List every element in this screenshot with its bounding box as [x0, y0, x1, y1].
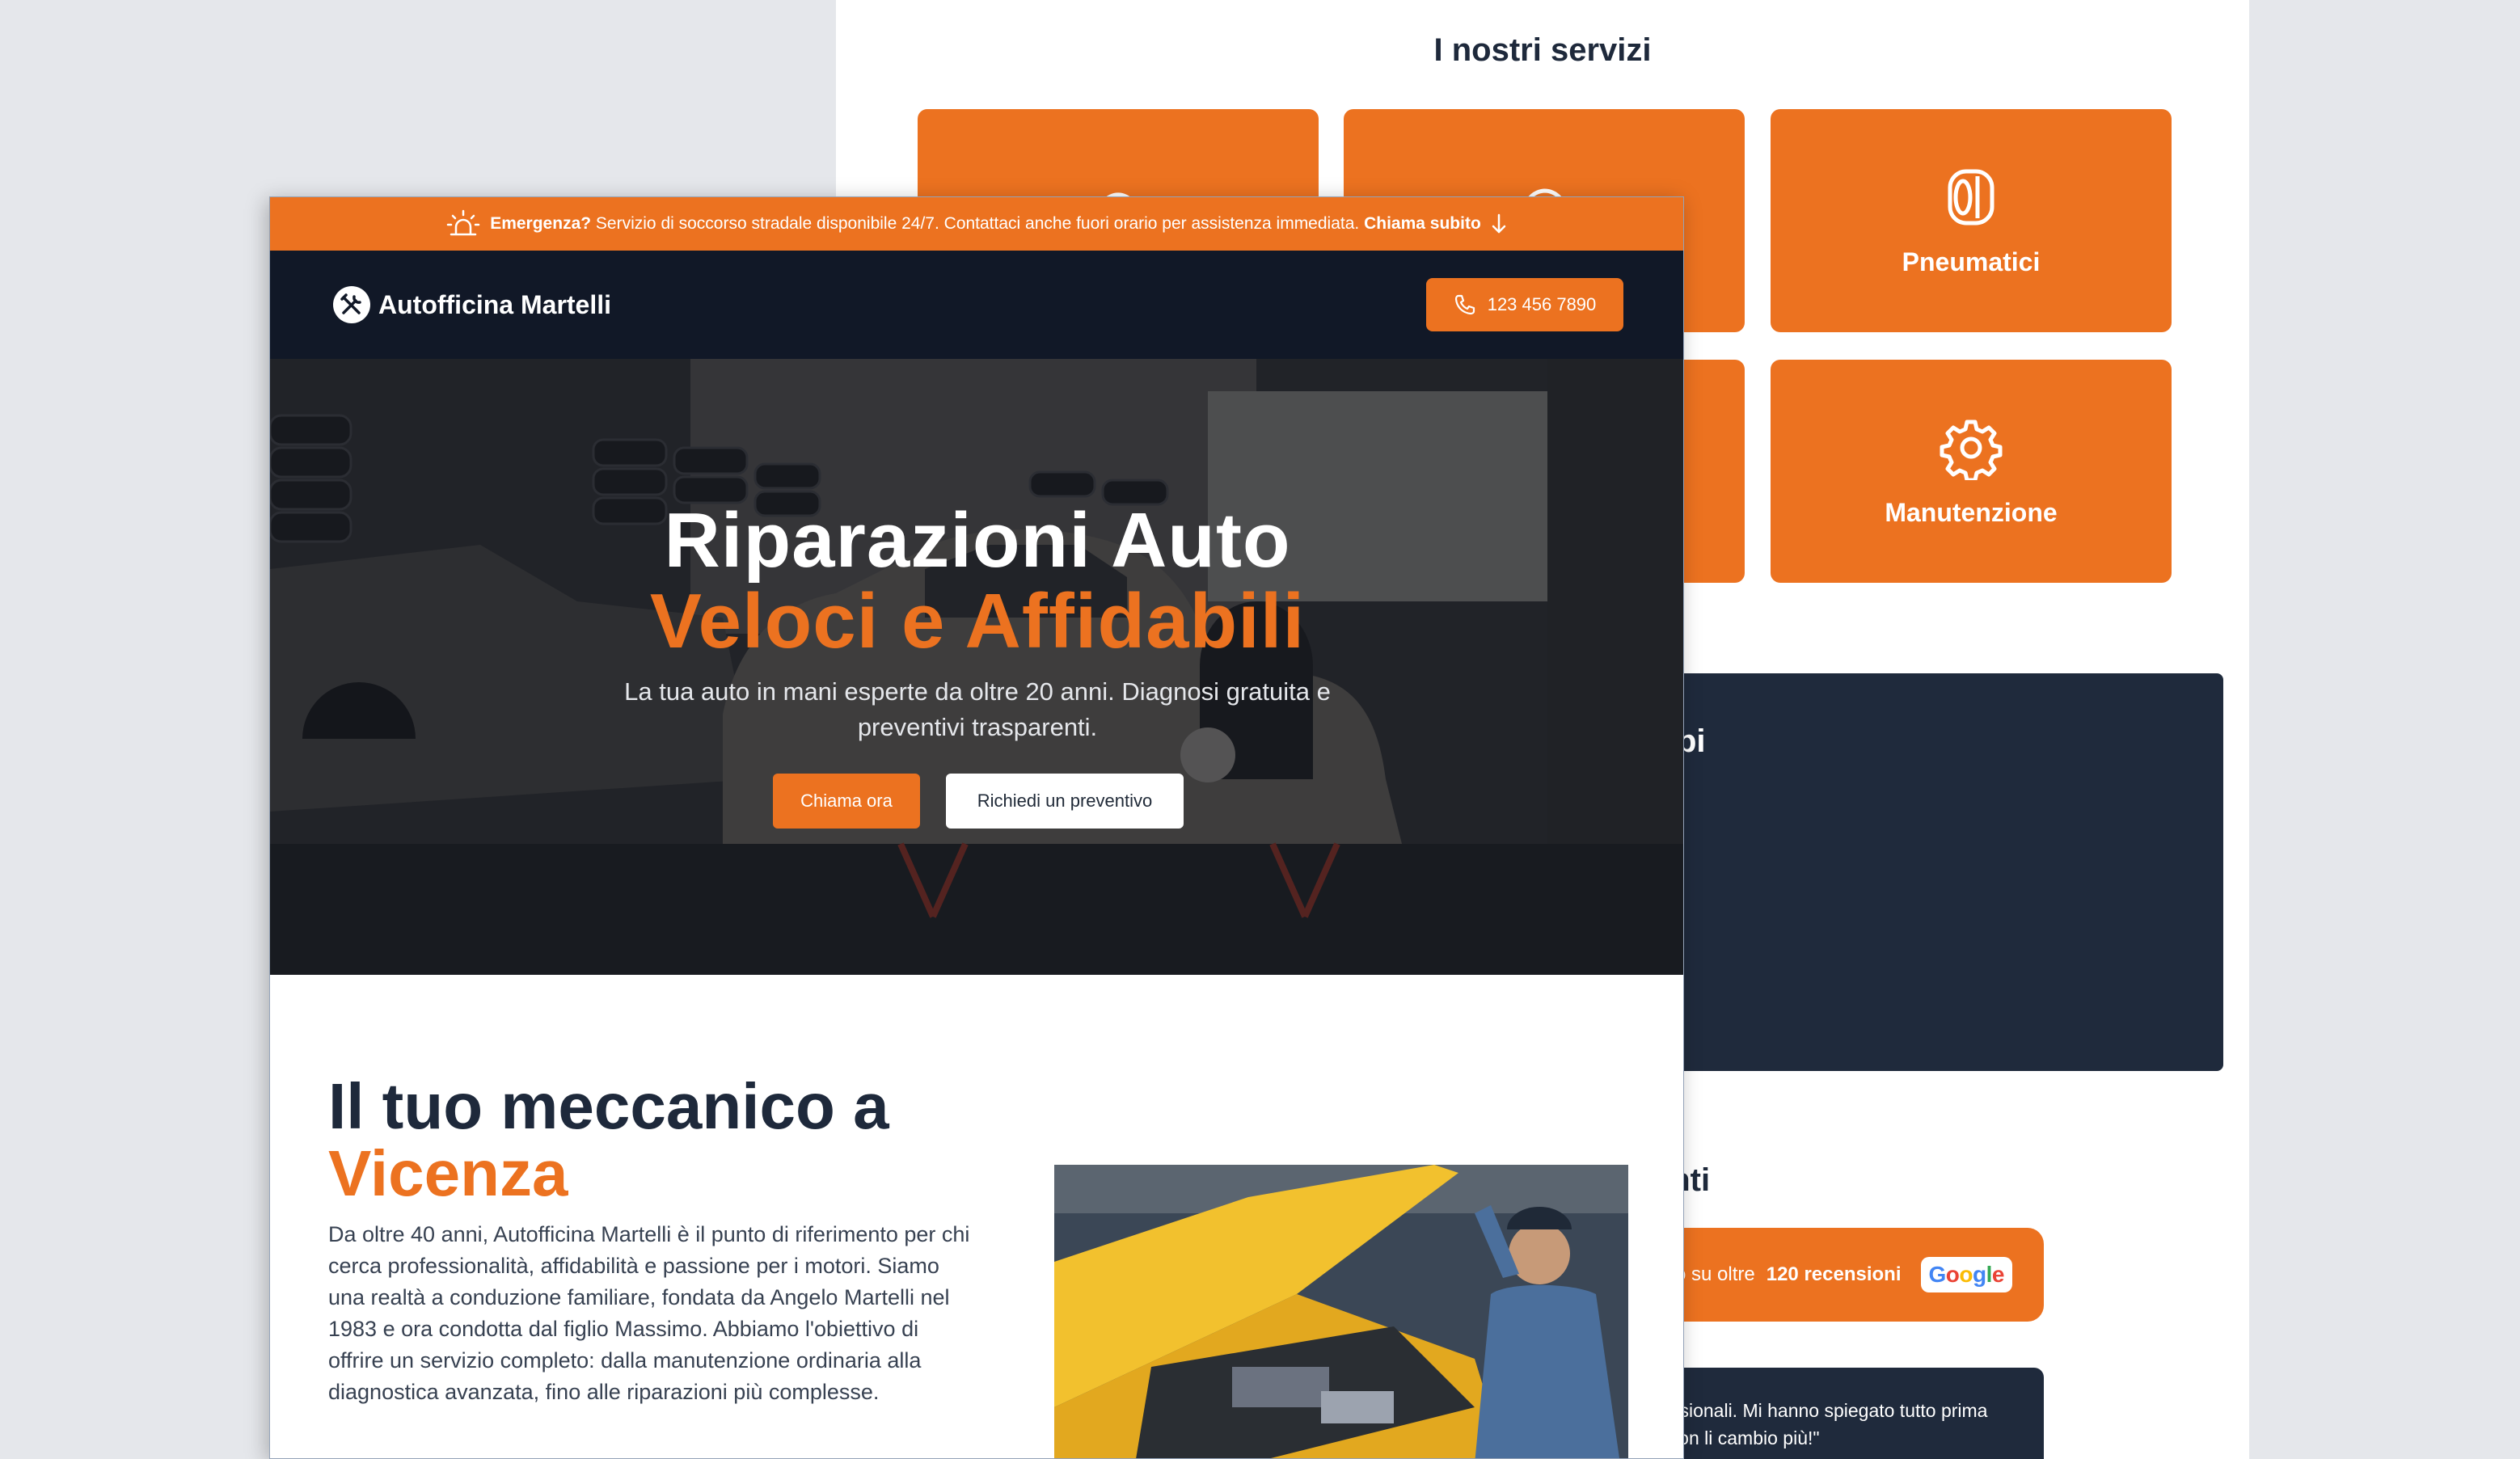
about-heading: Il tuo meccanico a [328, 1070, 889, 1142]
service-card-tires[interactable]: Pneumatici [1771, 109, 2172, 332]
about-heading-accent: Vicenza [328, 1137, 568, 1209]
brand-name: Autofficina Martelli [378, 289, 612, 319]
request-quote-button[interactable]: Richiedi un preventivo [946, 774, 1184, 829]
emergency-text: Servizio di soccorso stradale disponibil… [595, 214, 1360, 233]
hero-title: Riparazioni Auto [664, 497, 1291, 584]
website-page: Emergenza? Servizio di soccorso stradale… [269, 196, 1684, 1459]
tools-icon [333, 286, 370, 323]
hero-subtitle: La tua auto in mani esperte da oltre 20 … [624, 677, 1331, 741]
service-label-tires: Pneumatici [1902, 247, 2041, 276]
phone-number: 123 456 7890 [1487, 294, 1597, 314]
gear-icon [1940, 420, 2003, 480]
services-title: I nostri servizi [1433, 32, 1652, 68]
service-label-maintenance: Manutenzione [1885, 497, 2058, 527]
hero-section: Riparazioni Auto Veloci e Affidabili La … [270, 359, 1683, 975]
emergency-label: Emergenza? [490, 214, 592, 233]
hero-title-accent: Veloci e Affidabili [649, 578, 1306, 664]
testimonial-card: ofessionali. Mi hanno spiegato tutto pri… [1628, 1368, 2044, 1459]
brand-logo[interactable]: Autofficina Martelli [333, 286, 611, 323]
why-choose-panel: pi [1661, 673, 2223, 1071]
tire-icon [1948, 169, 1994, 225]
siren-icon [446, 209, 480, 236]
about-text: Da oltre 40 anni, Autofficina Martelli è… [328, 1222, 970, 1404]
site-header: Autofficina Martelli 123 456 7890 [270, 251, 1683, 359]
phone-button[interactable]: 123 456 7890 [1426, 278, 1623, 331]
emergency-cta-link[interactable]: Chiama subito [1364, 214, 1481, 233]
service-card-maintenance[interactable]: Manutenzione [1771, 360, 2172, 583]
call-now-button[interactable]: Chiama ora [773, 774, 920, 829]
rating-pill: ato su oltre 120 recensioni Google [1628, 1228, 2044, 1322]
testimonial-line: ofessionali. Mi hanno spiegato tutto pri… [1644, 1400, 1988, 1421]
mechanic-photo [1054, 1165, 1628, 1458]
emergency-bar: Emergenza? Servizio di soccorso stradale… [270, 197, 1683, 251]
hero-overlay [270, 359, 1683, 975]
rating-count: 120 recensioni [1766, 1263, 1902, 1285]
testimonial-line: e. Non li cambio più!" [1644, 1427, 1820, 1448]
phone-icon [1454, 294, 1475, 315]
google-logo: Google [1920, 1257, 2012, 1292]
arrow-down-icon[interactable] [1491, 213, 1507, 234]
